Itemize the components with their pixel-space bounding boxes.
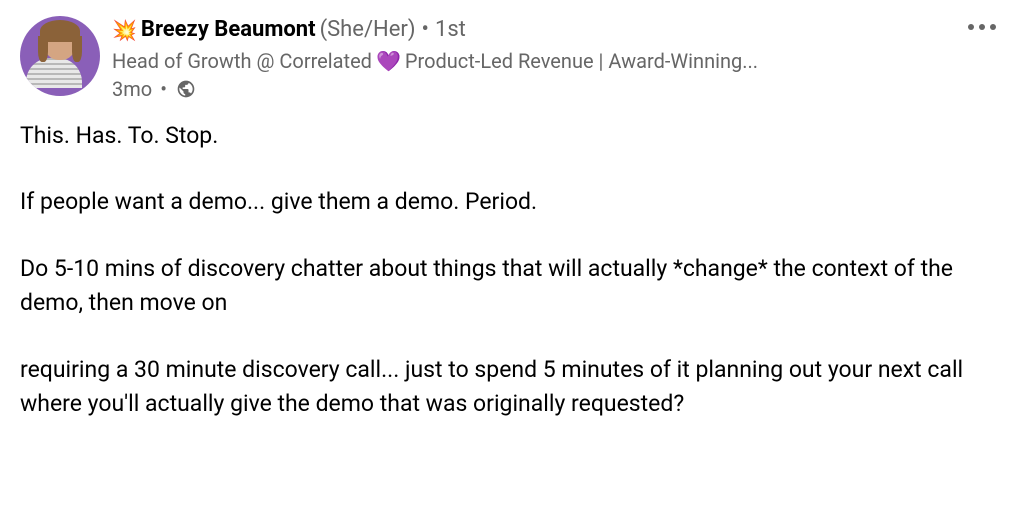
author-info: 💥 Breezy Beaumont (She/Her) • 1st Head o… <box>112 16 1004 101</box>
more-options-button[interactable] <box>964 20 1000 34</box>
separator-dot: • <box>160 77 167 101</box>
post-body: This. Has. To. Stop. If people want a de… <box>20 119 1004 422</box>
author-headline: Head of Growth @ Correlated 💜 Product-Le… <box>112 47 1004 75</box>
post-paragraph: This. Has. To. Stop. <box>20 119 1004 154</box>
post-meta: 3mo • <box>112 77 1004 101</box>
headline-part2: Product-Led Revenue | Award-Winning... <box>405 47 758 75</box>
globe-icon <box>175 78 197 100</box>
collision-emoji-icon: 💥 <box>112 17 137 43</box>
post-paragraph: If people want a demo... give them a dem… <box>20 185 1004 220</box>
post-paragraph: Do 5-10 mins of discovery chatter about … <box>20 252 1004 321</box>
author-name-line: 💥 Breezy Beaumont (She/Her) • 1st <box>112 16 1004 45</box>
author-pronouns: (She/Her) <box>320 16 416 45</box>
author-name[interactable]: Breezy Beaumont <box>141 16 316 45</box>
post-header: 💥 Breezy Beaumont (She/Her) • 1st Head o… <box>20 16 1004 101</box>
post-container: 💥 Breezy Beaumont (She/Her) • 1st Head o… <box>20 16 1004 422</box>
post-paragraph: requiring a 30 minute discovery call... … <box>20 353 1004 422</box>
post-age: 3mo <box>112 77 152 101</box>
author-avatar[interactable] <box>20 16 100 96</box>
connection-degree: 1st <box>435 16 466 45</box>
purple-heart-icon: 💜 <box>376 47 401 75</box>
headline-part1: Head of Growth @ Correlated <box>112 47 372 75</box>
separator-dot: • <box>422 16 429 45</box>
